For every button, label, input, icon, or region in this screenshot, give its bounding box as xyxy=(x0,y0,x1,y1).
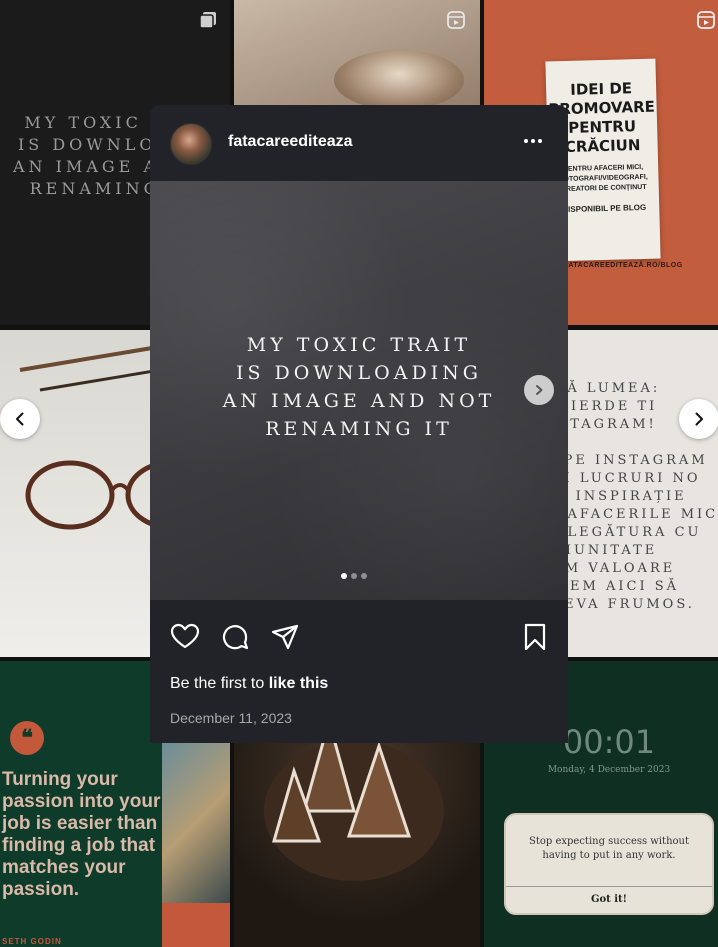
likes-text: Be the first to like this xyxy=(170,675,328,693)
likes-prefix: Be the first to xyxy=(170,675,269,692)
chevron-right-icon xyxy=(695,412,703,426)
reels-badge-icon xyxy=(697,11,715,29)
post-header: fatacareediteaza xyxy=(150,105,568,181)
username-link[interactable]: fatacareediteaza xyxy=(228,133,353,151)
dot-icon xyxy=(531,139,535,143)
post-actions xyxy=(150,600,568,670)
tile-url: FATACAREEDITEAZĂ.RO/BLOG xyxy=(564,262,683,269)
avatar[interactable] xyxy=(170,123,212,165)
dot-icon xyxy=(538,139,542,143)
previous-post-button[interactable] xyxy=(0,399,40,439)
carousel-badge-icon xyxy=(199,12,216,29)
post-image[interactable]: MY TOXIC TRAIT IS DOWNLOADING AN IMAGE A… xyxy=(150,181,568,600)
tile-quote-text: Turning your passion into your job is ea… xyxy=(2,769,161,900)
tile-quote-author: SETH GODIN xyxy=(2,937,62,946)
dot-icon xyxy=(524,139,528,143)
comment-icon[interactable] xyxy=(220,622,250,652)
carousel-next-button[interactable] xyxy=(524,375,554,405)
heart-icon[interactable] xyxy=(170,622,200,652)
color-block xyxy=(162,903,230,947)
notification-message: Stop expecting success without having to… xyxy=(528,836,689,861)
post-modal: fatacareediteaza MY TOXIC TRAIT IS DOWNL… xyxy=(150,105,568,743)
chevron-right-icon xyxy=(536,385,543,395)
like-this-link[interactable]: like this xyxy=(269,675,329,692)
chevron-left-icon xyxy=(16,412,24,426)
clock-date: Monday, 4 December 2023 xyxy=(547,765,671,775)
carousel-dot xyxy=(361,573,367,579)
share-icon[interactable] xyxy=(270,622,300,652)
notification-button: Got it! xyxy=(506,886,712,913)
more-options-button[interactable] xyxy=(518,131,548,151)
bookmark-icon[interactable] xyxy=(520,622,550,652)
post-image-text: MY TOXIC TRAIT IS DOWNLOADING AN IMAGE A… xyxy=(222,334,496,440)
map-photo-image xyxy=(162,743,230,903)
carousel-indicator xyxy=(341,573,367,579)
coffee-cup-image xyxy=(334,50,464,110)
quote-mark-icon: ❝ xyxy=(10,721,44,755)
post-date: December 11, 2023 xyxy=(170,710,292,726)
carousel-dot xyxy=(351,573,357,579)
notification-card: Stop expecting success without having to… xyxy=(504,813,714,915)
next-post-button[interactable] xyxy=(679,399,718,439)
reels-badge-icon xyxy=(447,11,465,29)
carousel-dot xyxy=(341,573,347,579)
